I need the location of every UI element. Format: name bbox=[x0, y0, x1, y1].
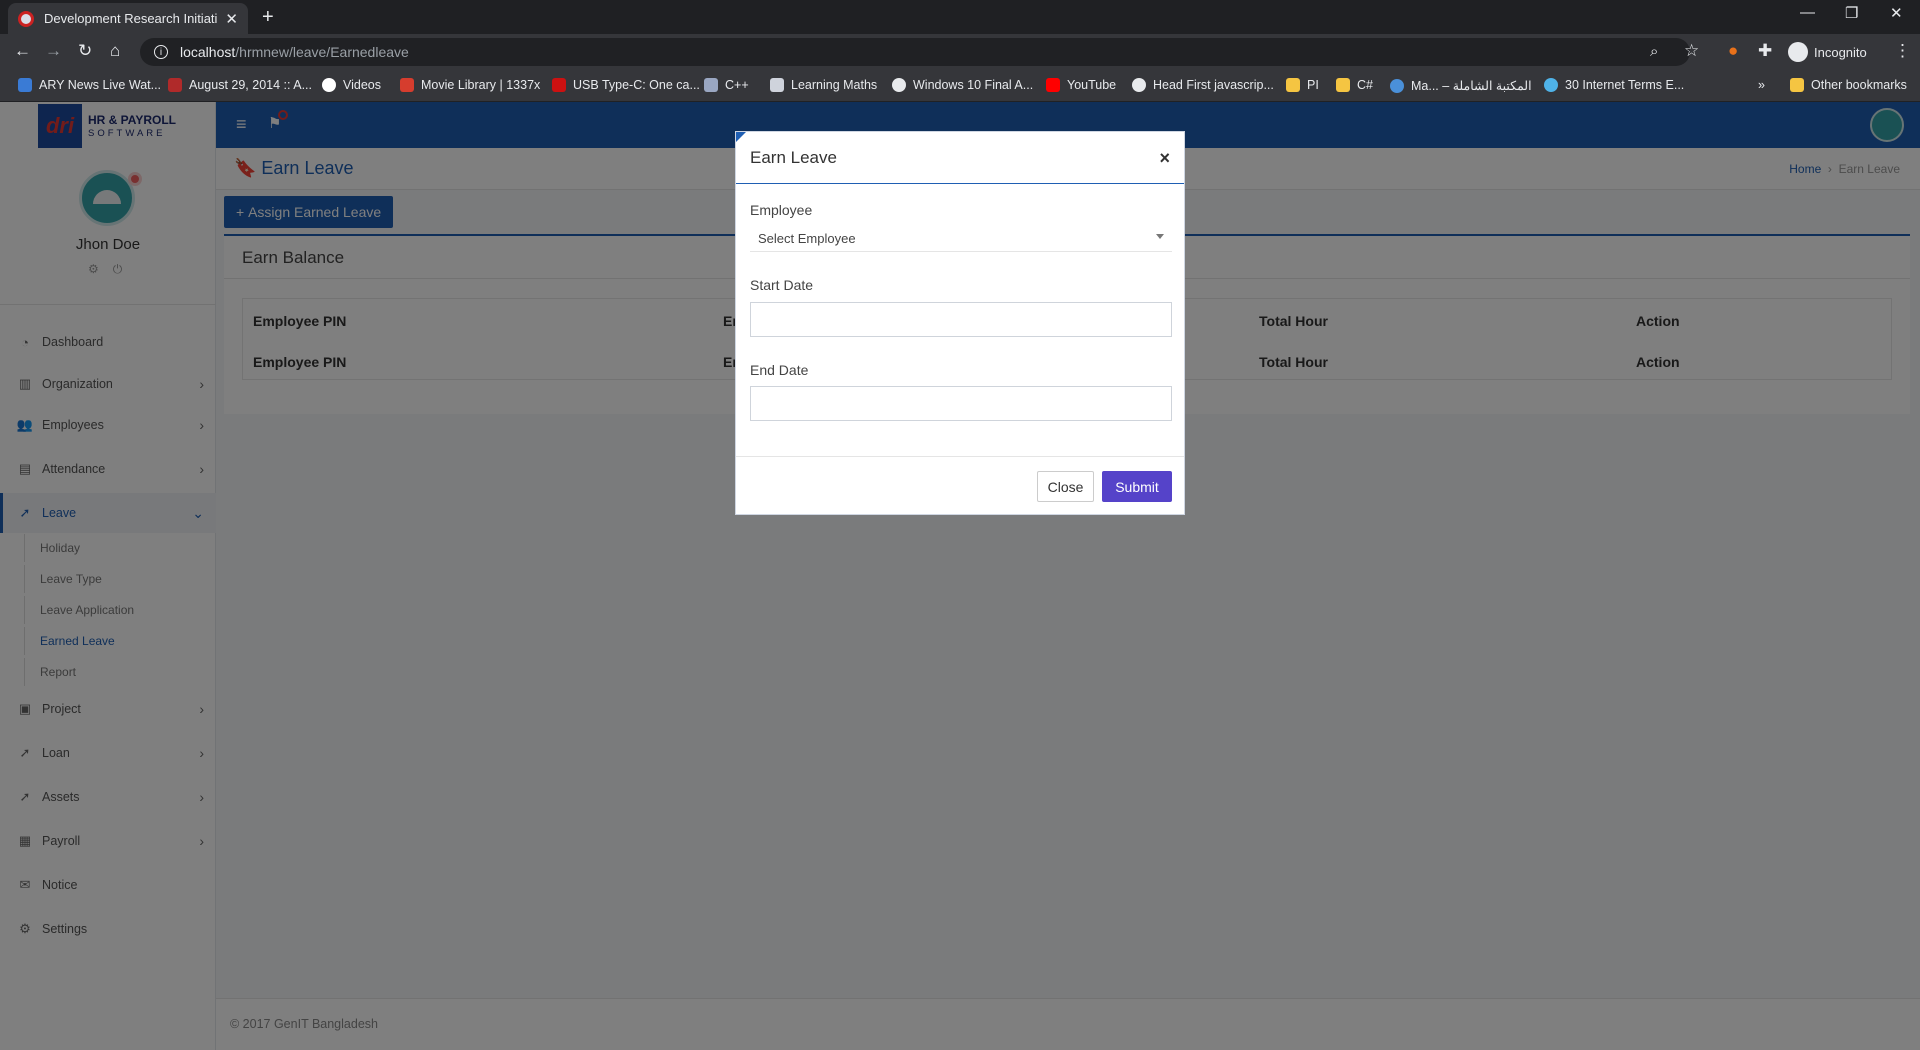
bookmark-item[interactable]: ARY News Live Wat... bbox=[18, 78, 161, 92]
bookmark-item[interactable]: Head First javascrip... bbox=[1132, 78, 1274, 92]
folder-icon bbox=[1790, 78, 1804, 92]
folder-icon bbox=[1286, 78, 1300, 92]
bookmark-label: Learning Maths bbox=[791, 78, 878, 92]
bookmark-label: Other bookmarks bbox=[1811, 78, 1907, 92]
close-button[interactable]: Close bbox=[1037, 471, 1094, 502]
bookmark-item[interactable]: YouTube bbox=[1046, 78, 1116, 92]
bookmark-icon bbox=[770, 78, 784, 92]
youtube-icon bbox=[1046, 78, 1060, 92]
bookmark-item[interactable]: USB Type-C: One ca... bbox=[552, 78, 700, 92]
bookmark-item[interactable]: Videos bbox=[322, 78, 381, 92]
bookmark-item[interactable]: C++ bbox=[704, 78, 749, 92]
bookmark-label: C++ bbox=[725, 78, 749, 92]
tab-title: Development Research Initiative bbox=[44, 11, 218, 26]
bookmark-icon bbox=[552, 78, 566, 92]
bookmarks-bar: ARY News Live Wat... August 29, 2014 :: … bbox=[0, 70, 1920, 102]
start-date-label: Start Date bbox=[750, 277, 814, 293]
bookmark-label: ARY News Live Wat... bbox=[39, 78, 162, 92]
forward-icon[interactable]: → bbox=[45, 41, 62, 61]
browser-tab[interactable]: Development Research Initiative ✕ bbox=[8, 3, 248, 34]
bookmark-label: 30 Internet Terms E... bbox=[1565, 78, 1685, 92]
extension-icon[interactable]: ● bbox=[1728, 41, 1738, 61]
wordpress-icon bbox=[1390, 78, 1404, 93]
home-icon[interactable]: ⌂ bbox=[110, 41, 120, 61]
incognito-label: Incognito bbox=[1814, 44, 1867, 60]
employee-label: Employee bbox=[750, 202, 813, 218]
bookmark-item[interactable]: PI bbox=[1286, 78, 1319, 92]
incognito-icon bbox=[1788, 42, 1808, 62]
globe-icon bbox=[1132, 78, 1146, 92]
end-date-label: End Date bbox=[750, 362, 809, 378]
address-bar[interactable]: i localhost/hrmnew/leave/Earnedleave ⌕ bbox=[140, 38, 1690, 66]
bookmark-item[interactable]: Movie Library | 1337x bbox=[400, 78, 540, 92]
caret-down-icon bbox=[1156, 234, 1164, 239]
bookmark-icon bbox=[18, 78, 32, 92]
browser-toolbar: ← → ↻ ⌂ i localhost/hrmnew/leave/Earnedl… bbox=[0, 34, 1920, 70]
back-icon[interactable]: ← bbox=[14, 41, 31, 61]
close-icon[interactable]: × bbox=[1159, 148, 1170, 169]
end-date-field[interactable] bbox=[750, 386, 1172, 421]
folder-icon bbox=[1336, 78, 1350, 92]
start-date-field[interactable] bbox=[750, 302, 1172, 337]
modal-title: Earn Leave bbox=[750, 148, 837, 167]
bookmark-icon bbox=[1544, 78, 1558, 92]
bookmark-icon bbox=[168, 78, 182, 92]
restore-icon[interactable]: ❐ bbox=[1845, 4, 1858, 22]
bookmark-label: Windows 10 Final A... bbox=[913, 78, 1034, 92]
info-icon[interactable]: i bbox=[154, 45, 168, 59]
browser-tab-bar: Development Research Initiative ✕ + — ❐ … bbox=[0, 0, 1920, 34]
bookmark-label: Head First javascrip... bbox=[1153, 78, 1274, 92]
submit-button[interactable]: Submit bbox=[1102, 471, 1172, 502]
earn-leave-modal: Earn Leave × Employee Select Employee St… bbox=[735, 131, 1185, 515]
modal-footer-divider bbox=[736, 456, 1184, 457]
zoom-icon[interactable]: ⌕ bbox=[1650, 43, 1658, 60]
bookmark-label: Movie Library | 1337x bbox=[421, 78, 541, 92]
url-path: /hrmnew/leave/Earnedleave bbox=[235, 44, 409, 60]
bookmark-item[interactable]: Learning Maths bbox=[770, 78, 877, 92]
bookmark-label: USB Type-C: One ca... bbox=[573, 78, 700, 92]
modal-header: Earn Leave × bbox=[736, 132, 1184, 184]
bookmark-label: Ma... – المكتبة الشاملة bbox=[1411, 79, 1532, 93]
close-tab-icon[interactable]: ✕ bbox=[225, 10, 238, 28]
bookmark-item[interactable]: 30 Internet Terms E... bbox=[1544, 78, 1684, 92]
menu-dots-icon[interactable]: ⋮ bbox=[1894, 41, 1911, 61]
reload-icon[interactable]: ↻ bbox=[78, 41, 92, 61]
bookmark-label: YouTube bbox=[1067, 78, 1117, 92]
bookmark-label: PI bbox=[1307, 78, 1319, 92]
incognito-indicator[interactable]: Incognito bbox=[1788, 39, 1867, 65]
more-bookmarks-icon[interactable]: » bbox=[1758, 78, 1765, 92]
bookmark-label: C# bbox=[1357, 78, 1373, 92]
bookmark-item[interactable]: August 29, 2014 :: A... bbox=[168, 78, 312, 92]
puzzle-icon[interactable]: ✚ bbox=[1758, 41, 1772, 61]
bookmark-item[interactable]: Other bookmarks bbox=[1790, 78, 1907, 92]
employee-select-value: Select Employee bbox=[758, 231, 856, 246]
minimize-icon[interactable]: — bbox=[1800, 4, 1815, 21]
bookmark-label: August 29, 2014 :: A... bbox=[189, 78, 313, 92]
bookmark-item[interactable]: C# bbox=[1336, 78, 1373, 92]
employee-select[interactable]: Select Employee bbox=[750, 226, 1172, 252]
bookmark-item[interactable]: Ma... – المكتبة الشاملة bbox=[1390, 78, 1532, 93]
site-favicon-icon bbox=[18, 10, 34, 27]
new-tab-icon[interactable]: + bbox=[262, 6, 274, 29]
url-host: localhost bbox=[180, 44, 236, 60]
bookmark-star-icon[interactable]: ☆ bbox=[1684, 41, 1699, 61]
bookmark-item[interactable]: Windows 10 Final A... bbox=[892, 78, 1033, 92]
bookmark-icon bbox=[400, 78, 414, 92]
globe-icon bbox=[892, 78, 906, 92]
google-icon bbox=[322, 78, 336, 92]
bookmark-icon bbox=[704, 78, 718, 92]
close-window-icon[interactable]: ✕ bbox=[1890, 4, 1903, 22]
bookmark-label: Videos bbox=[343, 78, 381, 92]
